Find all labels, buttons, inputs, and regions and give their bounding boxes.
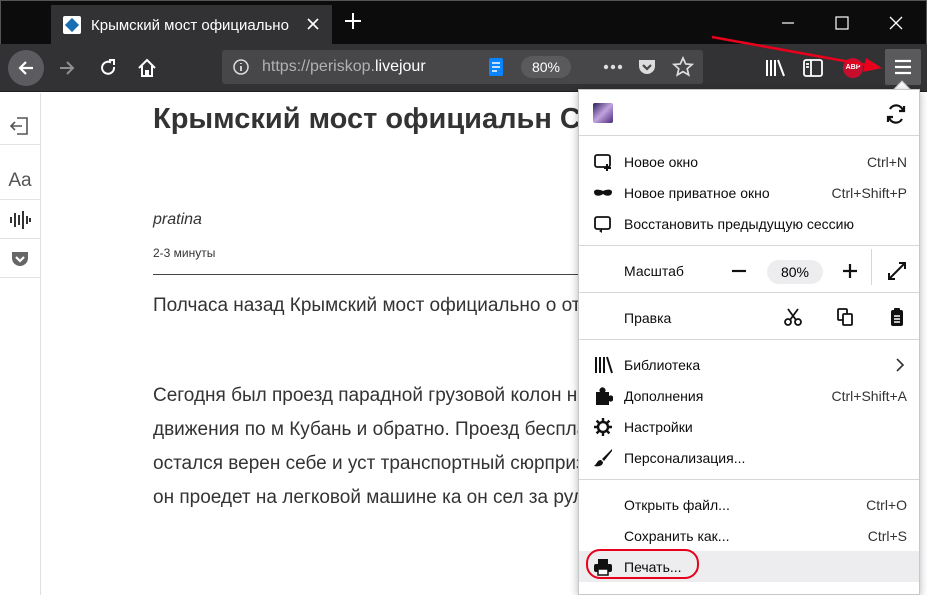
save-as-label: Сохранить как... <box>624 528 730 544</box>
gear-icon <box>594 418 612 436</box>
adblock-icon[interactable]: ABP <box>843 58 863 78</box>
paste-icon[interactable] <box>887 307 907 327</box>
page-actions-icon[interactable] <box>602 58 624 76</box>
bookmark-star-icon[interactable] <box>672 56 694 78</box>
private-window-item[interactable]: Новое приватное окно Ctrl+Shift+P <box>579 177 919 208</box>
pocket-icon[interactable] <box>637 57 657 77</box>
sidebar-toggle-button[interactable] <box>797 52 829 84</box>
settings-label: Настройки <box>624 419 693 435</box>
restore-session-item[interactable]: Восстановить предыдущую сессию <box>579 208 919 239</box>
home-button[interactable] <box>131 52 163 84</box>
paintbrush-icon <box>594 449 612 467</box>
sidebar-icon <box>803 59 823 77</box>
arrow-left-icon <box>18 61 33 75</box>
fullscreen-icon[interactable] <box>886 260 908 282</box>
url-bar[interactable]: https://periskop.livejour 80% <box>222 50 703 84</box>
zoom-reset-button[interactable]: 80% <box>767 260 823 284</box>
sidebar-pocket-button[interactable] <box>0 240 40 278</box>
zoom-row: Масштаб <box>579 249 919 286</box>
library-label: Библиотека <box>624 357 701 373</box>
customize-item[interactable]: Персонализация... <box>579 442 919 473</box>
zoom-in-icon[interactable] <box>840 261 860 281</box>
forward-button[interactable] <box>51 52 83 84</box>
separator <box>579 479 919 480</box>
separator <box>579 339 919 340</box>
exit-icon <box>9 116 28 135</box>
account-row[interactable] <box>579 95 919 131</box>
customize-label: Персонализация... <box>624 450 746 466</box>
url-domain: livejour <box>374 58 426 75</box>
edit-row: Правка <box>579 302 919 333</box>
reader-view-icon[interactable] <box>487 57 505 77</box>
narrate-button[interactable] <box>0 201 40 239</box>
sync-icon[interactable] <box>885 103 907 125</box>
copy-icon[interactable] <box>835 307 855 327</box>
nav-toolbar: https://periskop.livejour 80% ABP <box>0 44 927 92</box>
addons-item[interactable]: Дополнения Ctrl+Shift+A <box>579 380 919 411</box>
settings-item[interactable]: Настройки <box>579 411 919 442</box>
url-text[interactable]: https://periskop.livejour <box>262 58 472 76</box>
tab-close-icon[interactable] <box>304 15 322 33</box>
font-settings-button[interactable]: Aa <box>0 162 40 200</box>
exit-reader-button[interactable] <box>0 107 40 145</box>
url-prefix: https://periskop. <box>262 58 375 75</box>
hamburger-icon <box>895 59 911 75</box>
save-as-shortcut: Ctrl+S <box>867 528 907 544</box>
browser-tab[interactable]: Крымский мост официально <box>51 5 332 45</box>
pocket-icon <box>12 251 28 266</box>
title-bar: Крымский мост официально <box>0 0 927 45</box>
chevron-right-icon <box>896 358 905 372</box>
separator <box>579 245 919 246</box>
back-button[interactable] <box>8 50 44 86</box>
app-menu-panel: Новое окно Ctrl+N Новое приватное окно Ctr… <box>578 89 920 595</box>
library-button[interactable] <box>759 52 791 84</box>
new-window-item[interactable]: Новое окно Ctrl+N <box>579 146 919 177</box>
restore-session-icon <box>594 216 611 233</box>
zoom-label: Масштаб <box>624 263 684 279</box>
divider <box>871 249 872 285</box>
open-file-shortcut: Ctrl+O <box>866 497 907 513</box>
open-file-label: Открыть файл... <box>624 497 730 513</box>
save-as-item[interactable]: Сохранить как... Ctrl+S <box>579 520 919 551</box>
zoom-badge[interactable]: 80% <box>521 56 571 78</box>
narrate-icon <box>10 210 31 229</box>
tab-title: Крымский мост официально <box>91 16 289 34</box>
print-highlight-annotation <box>586 549 699 579</box>
edit-label: Правка <box>624 310 672 326</box>
library-icon <box>595 356 613 374</box>
private-window-label: Новое приватное окно <box>624 185 770 201</box>
library-item[interactable]: Библиотека <box>579 349 919 380</box>
reload-icon <box>101 59 116 75</box>
new-window-icon <box>594 154 611 171</box>
info-icon[interactable] <box>232 58 250 76</box>
read-time: 2-3 минуты <box>153 246 216 260</box>
hamburger-menu-button[interactable] <box>885 49 921 85</box>
site-favicon-icon <box>63 16 81 34</box>
private-mask-icon <box>594 189 612 196</box>
new-tab-icon[interactable] <box>343 11 363 31</box>
reload-button[interactable] <box>92 52 124 84</box>
new-window-shortcut: Ctrl+N <box>866 154 907 170</box>
library-icon <box>766 59 785 77</box>
puzzle-icon <box>596 387 613 405</box>
article-author: pratina <box>153 211 202 228</box>
private-window-shortcut: Ctrl+Shift+P <box>831 185 907 201</box>
maximize-icon[interactable] <box>831 13 853 33</box>
separator <box>579 135 919 136</box>
cut-icon[interactable] <box>783 307 803 327</box>
minimize-icon[interactable] <box>777 13 799 33</box>
open-file-item[interactable]: Открыть файл... Ctrl+O <box>579 489 919 520</box>
zoom-out-icon[interactable] <box>729 261 749 281</box>
window-close-icon[interactable] <box>885 13 907 33</box>
restore-session-label: Восстановить предыдущую сессию <box>624 216 854 232</box>
addons-shortcut: Ctrl+Shift+A <box>831 388 907 404</box>
separator <box>579 292 919 293</box>
arrow-right-icon <box>60 61 75 75</box>
addons-label: Дополнения <box>624 388 704 404</box>
new-window-label: Новое окно <box>624 154 699 170</box>
home-icon <box>138 58 156 77</box>
reader-sidebar: Aa <box>0 93 41 595</box>
avatar <box>593 103 613 123</box>
